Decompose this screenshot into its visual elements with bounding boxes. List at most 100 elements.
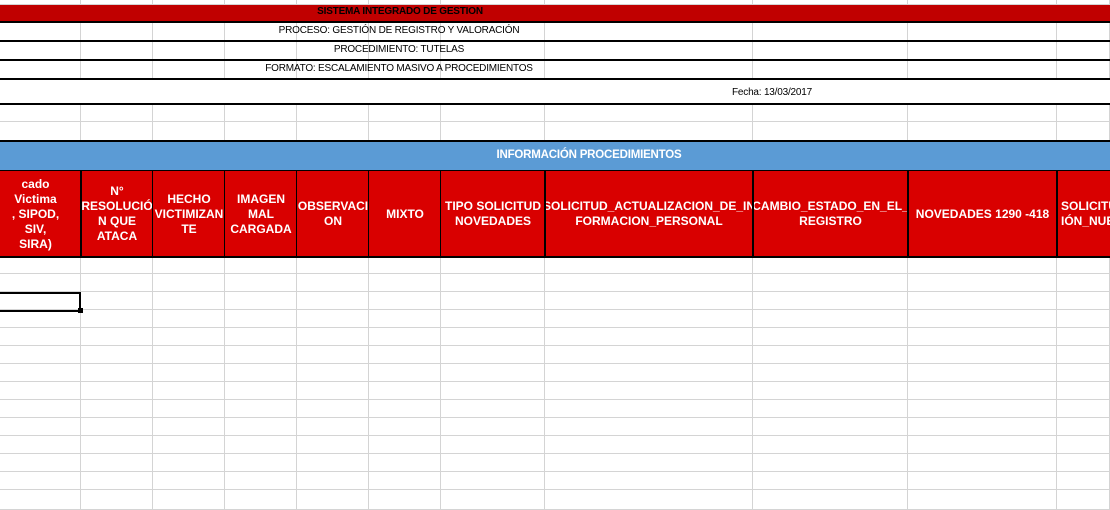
grid-cell[interactable] <box>753 400 908 418</box>
column-header[interactable]: N° RESOLUCIÓ N QUE ATACA <box>81 171 153 257</box>
grid-cell[interactable] <box>753 490 908 510</box>
grid-cell[interactable] <box>0 274 81 292</box>
grid-cell[interactable] <box>753 382 908 400</box>
grid-cell[interactable] <box>908 472 1057 490</box>
column-header[interactable]: MIXTO <box>369 171 441 257</box>
grid-cell[interactable] <box>297 257 369 274</box>
column-header[interactable]: CAMBIO_ESTADO_EN_EL_ REGISTRO <box>753 171 908 257</box>
grid-cell[interactable] <box>753 346 908 364</box>
grid-cell[interactable] <box>441 364 545 382</box>
grid-cell[interactable] <box>153 454 225 472</box>
grid-cell[interactable] <box>753 257 908 274</box>
grid-cell[interactable] <box>0 104 81 122</box>
fill-handle[interactable] <box>78 308 83 313</box>
grid-cell[interactable] <box>1057 382 1110 400</box>
grid-cell[interactable] <box>297 472 369 490</box>
grid-cell[interactable] <box>545 400 753 418</box>
grid-cell[interactable] <box>81 436 153 454</box>
grid-cell[interactable] <box>753 454 908 472</box>
grid-cell[interactable] <box>225 472 297 490</box>
grid-cell[interactable] <box>369 382 441 400</box>
column-header[interactable]: SOLICITU IÓN_NUE <box>1057 171 1110 257</box>
grid-cell[interactable] <box>545 257 753 274</box>
grid-cell[interactable] <box>908 104 1057 122</box>
grid-cell[interactable] <box>545 104 753 122</box>
grid-cell[interactable] <box>753 122 908 141</box>
grid-cell[interactable] <box>297 274 369 292</box>
grid-cell[interactable] <box>225 292 297 310</box>
grid-cell[interactable] <box>0 490 81 510</box>
grid-cell[interactable] <box>1057 472 1110 490</box>
grid-cell[interactable] <box>441 310 545 328</box>
grid-cell[interactable] <box>0 310 81 328</box>
grid-cell[interactable] <box>1057 490 1110 510</box>
grid-cell[interactable] <box>225 328 297 346</box>
grid-cell[interactable] <box>0 364 81 382</box>
grid-cell[interactable] <box>545 436 753 454</box>
grid-cell[interactable] <box>297 418 369 436</box>
grid-cell[interactable] <box>0 418 81 436</box>
grid-cell[interactable] <box>1057 292 1110 310</box>
grid-cell[interactable] <box>81 346 153 364</box>
grid-cell[interactable] <box>753 436 908 454</box>
grid-cell[interactable] <box>545 490 753 510</box>
grid-cell[interactable] <box>225 490 297 510</box>
grid-cell[interactable] <box>225 364 297 382</box>
grid-cell[interactable] <box>753 274 908 292</box>
grid-cell[interactable] <box>297 400 369 418</box>
grid-cell[interactable] <box>81 292 153 310</box>
grid-cell[interactable] <box>81 104 153 122</box>
grid-cell[interactable] <box>369 364 441 382</box>
grid-cell[interactable] <box>1057 104 1110 122</box>
grid-cell[interactable] <box>908 418 1057 436</box>
grid-cell[interactable] <box>153 436 225 454</box>
column-header[interactable]: SOLICITUD_ACTUALIZACION_DE_IN FORMACION_… <box>545 171 753 257</box>
grid-cell[interactable] <box>297 104 369 122</box>
grid-cell[interactable] <box>1057 274 1110 292</box>
grid-cell[interactable] <box>441 472 545 490</box>
grid-cell[interactable] <box>225 400 297 418</box>
grid-cell[interactable] <box>908 346 1057 364</box>
grid-cell[interactable] <box>153 104 225 122</box>
grid-cell[interactable] <box>0 436 81 454</box>
grid-cell[interactable] <box>153 382 225 400</box>
grid-cell[interactable] <box>908 400 1057 418</box>
grid-cell[interactable] <box>908 274 1057 292</box>
grid-cell[interactable] <box>1057 418 1110 436</box>
grid-cell[interactable] <box>81 122 153 141</box>
grid-cell[interactable] <box>153 400 225 418</box>
grid-cell[interactable] <box>369 400 441 418</box>
grid-cell[interactable] <box>369 346 441 364</box>
grid-cell[interactable] <box>297 122 369 141</box>
grid-cell[interactable] <box>753 310 908 328</box>
grid-cell[interactable] <box>441 382 545 400</box>
grid-cell[interactable] <box>153 418 225 436</box>
grid-cell[interactable] <box>225 418 297 436</box>
grid-cell[interactable] <box>297 436 369 454</box>
selected-cell[interactable] <box>0 292 81 312</box>
column-header[interactable]: NOVEDADES 1290 -418 <box>908 171 1057 257</box>
grid-cell[interactable] <box>545 418 753 436</box>
grid-cell[interactable] <box>81 310 153 328</box>
grid-cell[interactable] <box>908 257 1057 274</box>
column-header[interactable]: IMAGEN MAL CARGADA <box>225 171 297 257</box>
grid-cell[interactable] <box>753 328 908 346</box>
grid-cell[interactable] <box>153 364 225 382</box>
grid-cell[interactable] <box>0 454 81 472</box>
grid-cell[interactable] <box>1057 257 1110 274</box>
grid-cell[interactable] <box>908 382 1057 400</box>
grid-cell[interactable] <box>441 418 545 436</box>
grid-cell[interactable] <box>545 328 753 346</box>
grid-cell[interactable] <box>297 364 369 382</box>
grid-cell[interactable] <box>908 310 1057 328</box>
grid-cell[interactable] <box>369 274 441 292</box>
grid-cell[interactable] <box>81 274 153 292</box>
grid-cell[interactable] <box>545 382 753 400</box>
grid-cell[interactable] <box>153 472 225 490</box>
grid-cell[interactable] <box>153 292 225 310</box>
grid-cell[interactable] <box>0 122 81 141</box>
grid-cell[interactable] <box>545 454 753 472</box>
grid-cell[interactable] <box>545 310 753 328</box>
grid-cell[interactable] <box>297 292 369 310</box>
grid-cell[interactable] <box>369 472 441 490</box>
